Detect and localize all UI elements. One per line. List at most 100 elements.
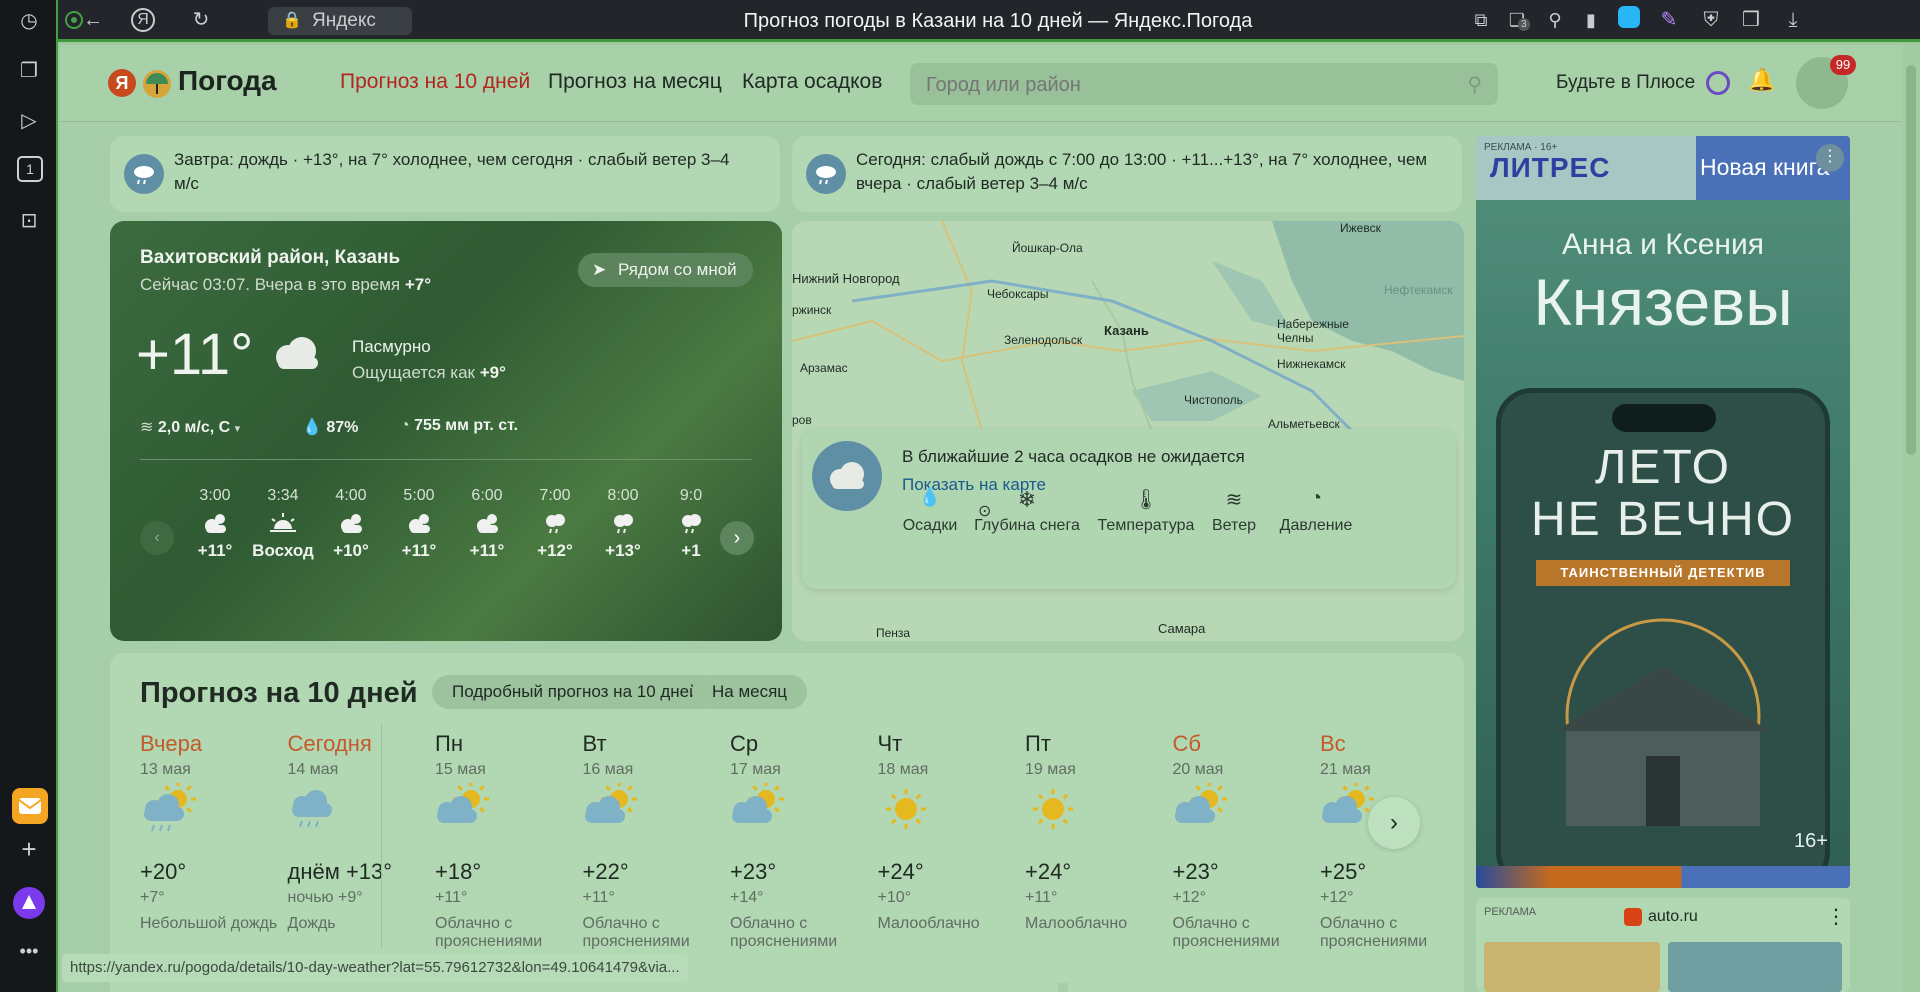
day-condition: Малооблачно [877,915,980,932]
lock-icon: 🔒 [282,12,302,29]
map-city-label: Набережные Челны [1277,317,1349,345]
forecast-day[interactable]: Пт 19 мая +24° +11° Малооблачно [1025,731,1173,971]
day-condition: Малооблачно [1025,915,1128,932]
layer-temperature[interactable]: 🌡 Температура [1096,489,1196,535]
forecast-day[interactable]: Чт 18 мая +24° +10° Малооблачно [878,731,1026,971]
search-box[interactable]: ⚲ [910,63,1498,105]
divider [381,723,382,963]
autoru-ad[interactable]: РЕКЛАМА auto.ru ⋮ [1476,898,1850,992]
forecast-day[interactable]: Вс 21 мая +25° +12° Облачно с прояснениями [1320,731,1468,971]
scrollbar-thumb[interactable] [1906,65,1916,455]
layer-label: Давление [1279,517,1353,534]
thermometer-icon: 🌡 [1133,489,1159,511]
nowcast-panel: В ближайшие 2 часа осадков не ожидается … [802,429,1456,589]
bell-icon[interactable]: 🔔 [1748,67,1775,93]
search-icon[interactable]: ⚲ [1467,72,1482,97]
ad-menu-icon[interactable]: ⋮ [1816,144,1844,172]
hours-prev-button[interactable]: ‹ [140,521,174,555]
book-title-line2: НЕ ВЕЧНО [1530,493,1796,546]
forecast-day[interactable]: Сб 20 мая +23° +12° Облачно с прояснениями [1173,731,1321,971]
extension-shield-icon[interactable]: ⛨ [1698,6,1724,34]
window-title: Прогноз погоды в Казани на 10 дней — Янд… [743,10,1253,32]
hour-item: 7:00 +12° [520,487,590,561]
layer-wind[interactable]: ≋ Ветер [1206,489,1262,535]
translate-icon[interactable]: ⧉ [1468,6,1494,34]
add-icon[interactable]: + [14,834,44,864]
tomorrow-alert-card[interactable]: Завтра: дождь · +13°, на 7° холоднее, че… [110,136,780,212]
forecast-day[interactable]: Пн 15 мая +18° +11° Облачно с прояснениями [435,731,583,971]
hour-item: 8:00 +13° [588,487,658,561]
yandex-logo[interactable]: Я [108,69,136,97]
forecast-day[interactable]: Ср 17 мая +23° +14° Облачно с прояснениями [730,731,878,971]
forecast-day[interactable]: Вт 16 мая +22° +11° Облачно с прояснениями [583,731,731,971]
day-condition: Облачно с прояснениями [582,915,690,950]
extension-chat-icon[interactable] [1616,6,1642,34]
plus-link[interactable]: Будьте в Плюсе [1556,72,1695,94]
ad-authors: Анна и Ксения [1562,228,1764,261]
nav-precipitation-map[interactable]: Карта осадков [742,70,882,94]
history-icon[interactable]: ◷ [14,6,44,36]
status-url: https://yandex.ru/pogoda/details/10-day-… [62,954,688,982]
forecast-day[interactable]: Вчера 13 мая +20° +7° Небольшой дождь [140,731,288,971]
hour-time: 4:00 [335,487,367,504]
collections-icon[interactable]: ❐ [14,56,44,86]
ad-progress-strip [1476,866,1850,888]
screenshot-icon[interactable]: ⊡ [14,206,44,236]
forecast-day[interactable]: Сегодня 14 мая днём +13° ночью +9° Дождь [288,731,436,971]
layer-snow-depth[interactable]: ❄ Глубина снега [972,487,1082,535]
day-condition: Облачно с прояснениями [1320,915,1428,950]
extension-book-icon[interactable]: ❒ [1738,6,1764,34]
map-city-label: Йошкар-Ола [1012,241,1083,255]
litres-ad[interactable]: РЕКЛАМА · 16+ ЛИТРЕС Новая книга ⋮ Анна … [1476,136,1850,888]
ad-surname: Князевы [1533,265,1793,339]
map-city-label: Нефтекамск [1384,283,1453,297]
scrollbar[interactable] [1902,45,1920,992]
tab-count-icon[interactable]: 1 [17,156,43,182]
month-forecast-button[interactable]: На месяц [692,675,808,709]
day-date: 17 мая [730,761,781,778]
address-bar[interactable]: 🔒 Яндекс [268,7,412,35]
ad-menu-icon[interactable]: ⋮ [1826,904,1846,929]
more-icon[interactable]: ••• [14,936,44,966]
hour-temp: +11° [469,541,505,560]
wind-row[interactable]: ≋ 2,0 м/с, С ▾ [140,417,240,437]
sun-icon [1025,783,1085,844]
tabs-icon[interactable]: ❏ 3 [1504,6,1530,34]
hours-next-button[interactable]: › [720,521,754,555]
layer-pressure[interactable]: ◔ Давление [1274,487,1358,535]
location-icon[interactable]: ⚲ [1542,6,1568,34]
downloads-icon[interactable]: ⤓ [1780,6,1806,34]
pressure-value: 755 мм рт. ст. [414,417,519,434]
plus-icon[interactable] [1706,71,1730,95]
logo-text[interactable]: Погода [178,65,277,97]
mail-icon[interactable] [12,788,48,824]
nearby-button[interactable]: ➤ Рядом со мной [578,253,753,287]
phone-notch [1612,404,1716,432]
hour-time: 6:00 [471,487,503,504]
bookmark-icon[interactable]: ▮ [1578,6,1604,34]
bottom-card [1068,949,1464,992]
wind-icon: ≋ [140,419,154,436]
precipitation-icon: 💧 [918,487,942,507]
hour-item: 5:00 +11° [384,487,454,561]
nav-10-days[interactable]: Прогноз на 10 дней [340,70,530,94]
humidity-row: 💧 87% [302,417,358,437]
location-title[interactable]: Вахитовский район, Казань [140,247,400,269]
yandex-home-icon[interactable]: Я [128,6,158,34]
wind-icon: ≋ [1225,489,1243,511]
back-icon[interactable]: ← [78,6,108,34]
day-name: Сегодня [287,731,372,756]
extension-feather-icon[interactable]: ✎ [1656,6,1682,34]
chevron-down-icon: ▾ [234,423,241,435]
day-temp: +20° [140,859,187,884]
nav-month[interactable]: Прогноз на месяц [548,70,722,94]
layer-precipitation[interactable]: 💧 Осадки [898,487,962,535]
detailed-forecast-button[interactable]: Подробный прогноз на 10 дней [432,675,719,709]
precipitation-map-card[interactable]: Йошкар-Ола Чебоксары Казань Зеленодольск… [792,221,1464,641]
search-input[interactable] [924,69,1448,101]
alice-icon[interactable] [13,887,45,919]
video-icon[interactable]: ▷ [14,106,44,136]
today-alert-card[interactable]: Сегодня: слабый дождь с 7:00 до 13:00 · … [792,136,1462,212]
reload-icon[interactable]: ↻ [186,6,216,34]
forecast-next-button[interactable]: › [1368,797,1420,849]
